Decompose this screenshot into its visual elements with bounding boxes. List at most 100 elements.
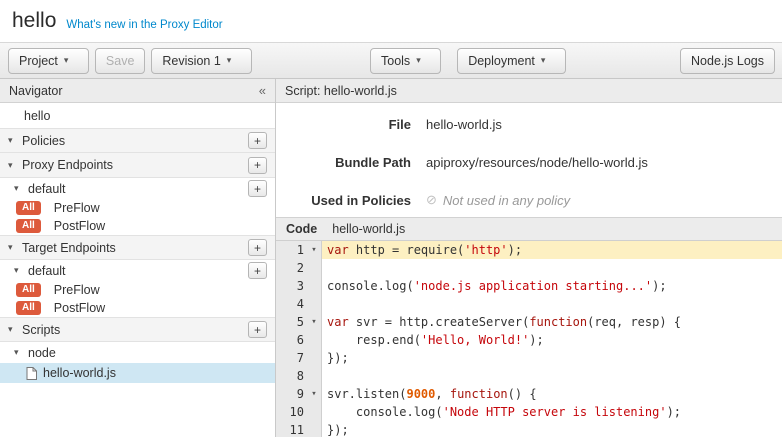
collapse-panel-icon[interactable]: « [259,83,266,98]
fold-spacer [307,349,322,367]
code-filename: hello-world.js [332,222,405,236]
nav-item-proxy-hello[interactable]: hello [0,103,275,128]
code-text[interactable] [322,295,782,313]
code-line[interactable]: 8 [276,367,782,385]
deployment-dropdown[interactable]: Deployment ▾ [457,48,566,74]
app-header: hello What's new in the Proxy Editor [0,0,782,42]
add-target-endpoint-button[interactable]: + [248,239,267,256]
code-text[interactable]: console.log('node.js application startin… [322,277,782,295]
code-token: var [327,243,349,257]
add-flow-button[interactable]: + [248,180,267,197]
fold-spacer [307,367,322,385]
fold-arrow-icon[interactable]: ▾ [307,241,322,259]
save-button-label: Save [106,54,135,68]
nav-item-target-postflow[interactable]: All PostFlow [0,299,275,317]
code-line[interactable]: 10 console.log('Node HTTP server is list… [276,403,782,421]
code-text[interactable]: }); [322,349,782,367]
nav-section-proxy-endpoints[interactable]: ▾ Proxy Endpoints + [0,153,275,178]
code-editor[interactable]: 1▾var http = require('http');23console.l… [276,241,782,437]
line-number: 2 [276,259,307,277]
project-dropdown[interactable]: Project ▾ [8,48,89,74]
code-token: 'node.js application starting...' [414,279,652,293]
code-text[interactable]: svr.listen(9000, function() { [322,385,782,403]
page-title: hello [12,9,56,33]
tools-dropdown-label: Tools [381,54,410,68]
code-text[interactable]: var http = require('http'); [322,241,782,259]
tools-dropdown[interactable]: Tools ▾ [370,48,441,74]
code-token: ); [667,405,681,419]
code-token: console.log( [327,405,443,419]
line-number: 10 [276,403,307,421]
script-panel-header: Script: hello-world.js [276,79,782,103]
code-token: svr = http.createServer( [349,315,530,329]
nav-item-proxy-postflow[interactable]: All PostFlow [0,217,275,235]
flow-label: PreFlow [54,283,100,297]
code-line[interactable]: 2 [276,259,782,277]
code-text[interactable]: console.log('Node HTTP server is listeni… [322,403,782,421]
code-token: (req, resp) { [587,315,681,329]
script-file-label: hello-world.js [43,366,116,380]
toolbar-right-group: Node.js Logs [680,48,775,74]
folder-label: node [28,346,56,360]
code-line[interactable]: 6 resp.end('Hello, World!'); [276,331,782,349]
code-text[interactable] [322,259,782,277]
line-number: 5 [276,313,307,331]
revision-dropdown[interactable]: Revision 1 ▾ [151,48,251,74]
script-details: File hello-world.js Bundle Path apiproxy… [276,103,782,217]
nav-item-proxy-preflow[interactable]: All PreFlow [0,199,275,217]
chevron-down-icon: ▾ [64,56,78,65]
nodejs-logs-button[interactable]: Node.js Logs [680,48,775,74]
code-text[interactable] [322,367,782,385]
nav-section-target-endpoints[interactable]: ▾ Target Endpoints + [0,235,275,260]
code-line[interactable]: 7}); [276,349,782,367]
code-token: () { [508,387,537,401]
save-button[interactable]: Save [95,48,146,74]
detail-row-file: File hello-world.js [276,105,782,143]
whats-new-link[interactable]: What's new in the Proxy Editor [66,19,222,31]
toolbar: Project ▾ Save Revision 1 ▾ Tools ▾ Depl… [0,42,782,79]
navigator-title: Navigator [9,84,63,98]
fold-arrow-icon[interactable]: ▾ [307,385,322,403]
nav-item-proxy-default[interactable]: ▾ default + [0,178,275,199]
add-script-button[interactable]: + [248,321,267,338]
line-number: 7 [276,349,307,367]
nav-item-target-default[interactable]: ▾ default + [0,260,275,281]
code-token: , [435,387,449,401]
add-flow-button[interactable]: + [248,262,267,279]
bundle-path-value: apiproxy/resources/node/hello-world.js [426,155,648,170]
nav-section-policies[interactable]: ▾ Policies + [0,128,275,153]
code-line[interactable]: 3 console.log('node.js application starti… [276,277,782,295]
code-line[interactable]: 5▾var svr = http.createServer(function(r… [276,313,782,331]
nodejs-logs-label: Node.js Logs [691,54,764,68]
proxy-name-label: hello [24,109,50,123]
line-number: 4 [276,295,307,313]
flow-label: PreFlow [54,201,100,215]
code-text[interactable]: var svr = http.createServer(function(req… [322,313,782,331]
code-token: console.log( [327,279,414,293]
line-number: 3 [276,277,307,295]
code-token: 9000 [406,387,435,401]
detail-row-used-in-policies: Used in Policies ⊘ Not used in any polic… [276,181,782,219]
add-policy-button[interactable]: + [248,132,267,149]
code-text[interactable]: resp.end('Hello, World!'); [322,331,782,349]
add-proxy-endpoint-button[interactable]: + [248,157,267,174]
code-token: }); [327,351,349,365]
code-label: Code [286,222,317,236]
fold-arrow-icon[interactable]: ▾ [307,313,322,331]
code-line[interactable]: 11}); [276,421,782,437]
not-used-icon: ⊘ [426,192,437,208]
nav-item-target-preflow[interactable]: All PreFlow [0,281,275,299]
code-text[interactable]: }); [322,421,782,437]
code-line[interactable]: 9▾svr.listen(9000, function() { [276,385,782,403]
deployment-dropdown-label: Deployment [468,54,535,68]
code-line[interactable]: 4 [276,295,782,313]
nav-item-hello-world-js[interactable]: hello-world.js [0,363,275,383]
fold-spacer [307,295,322,313]
main-split: Navigator « hello ▾ Policies + ▾ Proxy E… [0,79,782,437]
code-line[interactable]: 1▾var http = require('http'); [276,241,782,259]
chevron-down-icon: ▾ [227,56,241,65]
nav-item-node-folder[interactable]: ▾ node [0,342,275,363]
nav-section-scripts[interactable]: ▾ Scripts + [0,317,275,342]
code-token: http = require( [349,243,465,257]
caret-down-icon: ▾ [8,242,22,253]
